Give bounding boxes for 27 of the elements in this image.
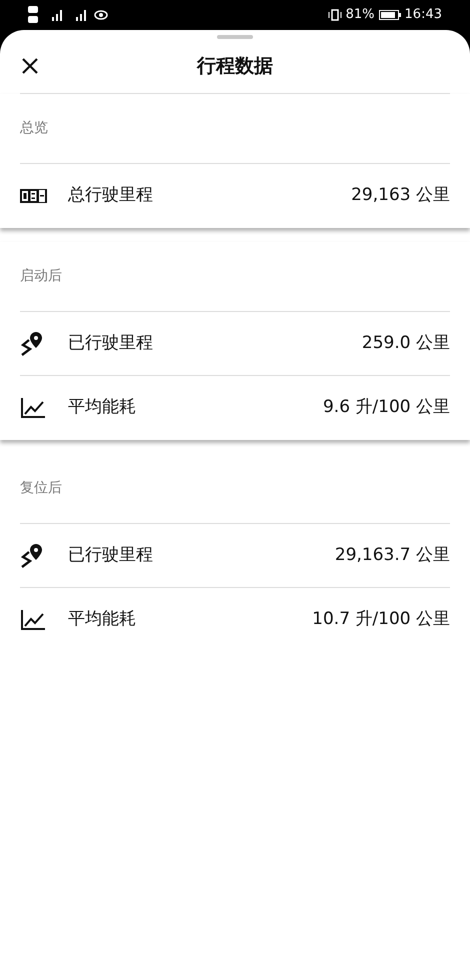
battery-percent: 81% bbox=[346, 6, 375, 24]
line-chart-icon bbox=[20, 397, 46, 419]
row-label: 已行驶里程 bbox=[68, 544, 153, 567]
section-heading: 复位后 bbox=[20, 479, 62, 498]
route-pin-icon bbox=[20, 542, 44, 568]
route-pin-icon bbox=[20, 330, 44, 356]
sheet-title: 行程数据 bbox=[197, 54, 273, 79]
line-chart-icon bbox=[20, 609, 46, 631]
row-label: 总行驶里程 bbox=[68, 184, 153, 208]
vibrate-icon bbox=[328, 9, 342, 21]
row-label: 已行驶里程 bbox=[68, 332, 153, 355]
clock-time: 16:43 bbox=[404, 6, 442, 24]
row-value: 29,163.7 公里 bbox=[334, 544, 450, 567]
drag-handle[interactable] bbox=[217, 35, 253, 39]
section-heading: 总览 bbox=[20, 119, 48, 138]
battery-icon bbox=[378, 10, 401, 20]
row-value: 259.0 公里 bbox=[362, 332, 450, 355]
close-icon bbox=[21, 57, 39, 75]
section-heading: 启动后 bbox=[20, 267, 62, 286]
close-button[interactable] bbox=[20, 56, 40, 76]
odometer-icon bbox=[20, 189, 47, 203]
row-value: 10.7 升/100 公里 bbox=[312, 608, 450, 632]
row-value: 29,163 公里 bbox=[351, 184, 450, 208]
row-label: 平均能耗 bbox=[68, 396, 136, 420]
eye-icon bbox=[94, 10, 108, 20]
row-label: 平均能耗 bbox=[68, 608, 136, 632]
row-value: 9.6 升/100 公里 bbox=[322, 396, 450, 420]
